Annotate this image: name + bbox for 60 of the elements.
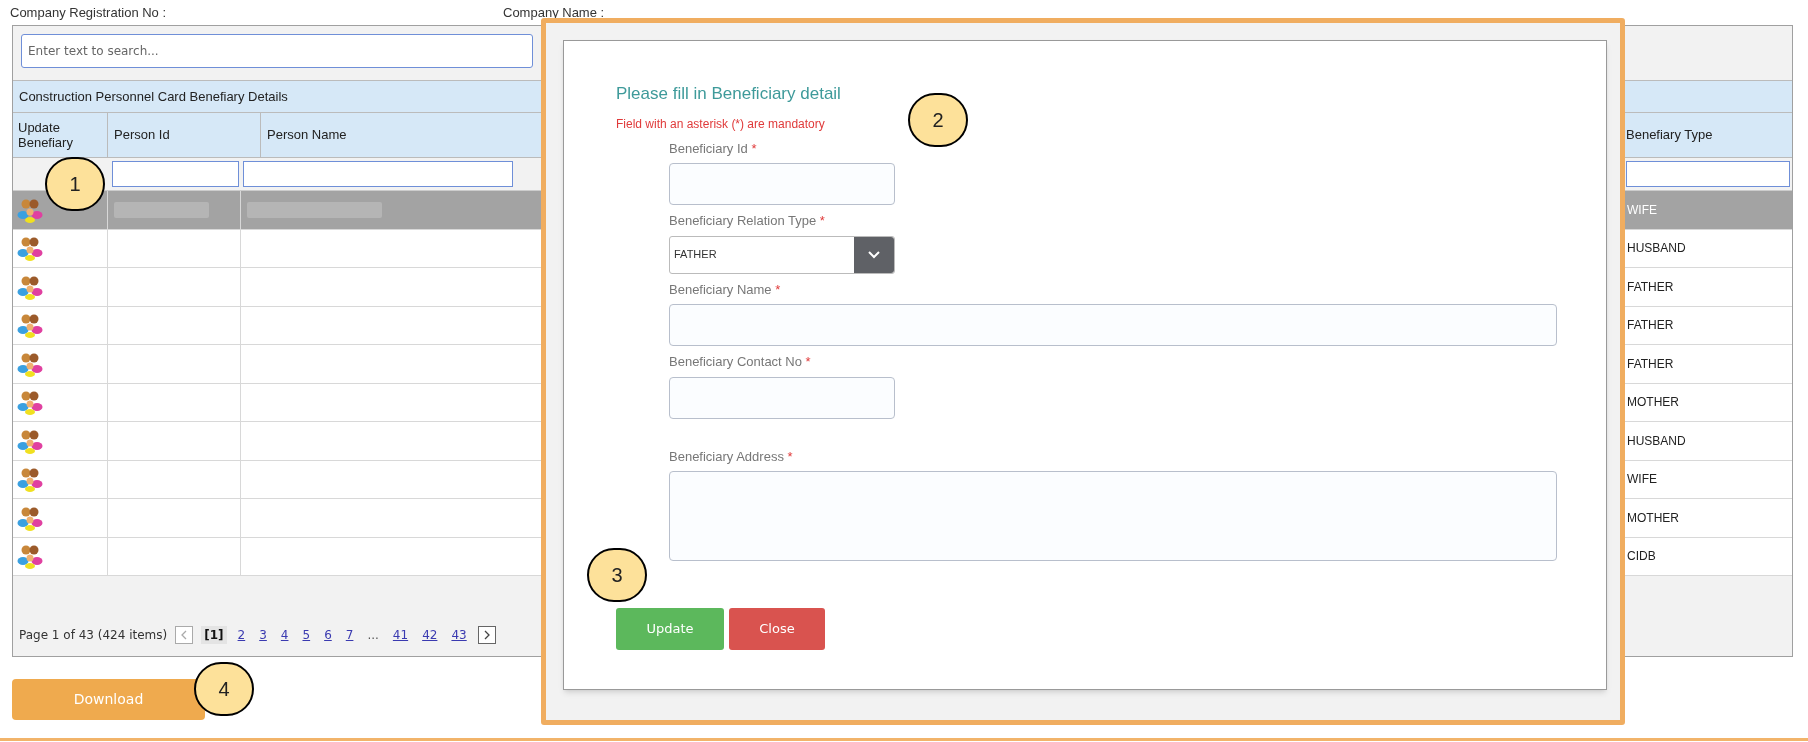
company-name-label: Company Name : <box>503 3 605 22</box>
column-header[interactable]: Person Name <box>261 113 541 157</box>
family-icon[interactable] <box>17 466 43 493</box>
mandatory-note: Field with an asterisk (*) are mandatory <box>616 115 825 133</box>
page-link[interactable]: 43 <box>448 626 470 644</box>
table-cell-text: FATHER <box>1627 317 1674 335</box>
page-link[interactable]: 4 <box>277 626 292 644</box>
table-cell-text: MOTHER <box>1627 394 1679 412</box>
required-mark: * <box>775 281 781 297</box>
search-field[interactable]: Enter text to search... <box>21 34 533 68</box>
filter-field[interactable] <box>243 161 513 187</box>
page-link[interactable]: 41 <box>389 626 412 644</box>
field-label: Beneficiary Contact No <box>669 354 802 369</box>
filter-field[interactable] <box>1626 161 1790 187</box>
table-cell-text: FATHER <box>1627 278 1674 296</box>
address-field[interactable] <box>669 471 1557 561</box>
column-header[interactable]: Benefiary Type <box>1622 113 1792 157</box>
page-link[interactable]: 3 <box>256 626 270 644</box>
chevron-down-icon <box>867 250 881 259</box>
table-cell-text: CIDB <box>1627 548 1656 566</box>
page-link[interactable]: [1] <box>201 626 227 644</box>
required-mark: * <box>751 140 757 156</box>
page-link[interactable]: 6 <box>321 626 335 644</box>
field-label: Beneficiary Name <box>669 281 772 297</box>
table-cell-text: WIFE <box>1627 201 1657 219</box>
required-mark: * <box>787 448 793 464</box>
relation-type-dropdown[interactable]: FATHER <box>669 235 895 274</box>
family-icon[interactable] <box>17 235 43 262</box>
callout-badge: 4 <box>194 662 254 716</box>
field-label: Beneficiary Address <box>669 448 784 464</box>
page-link[interactable]: 2 <box>234 626 249 644</box>
family-icon[interactable] <box>17 312 43 339</box>
family-icon[interactable] <box>17 389 43 416</box>
chevron-right-icon <box>482 630 491 640</box>
page-link[interactable]: 42 <box>419 626 441 644</box>
table-cell-text: FATHER <box>1627 355 1674 373</box>
text-field[interactable] <box>669 304 1557 346</box>
column-header[interactable]: Person Id <box>108 113 261 157</box>
modal-title: Please fill in Beneficiary detail <box>616 83 842 105</box>
grid-title: Construction Personnel Card Benefiary Details <box>19 87 288 106</box>
dialog-button[interactable]: Close <box>729 608 825 650</box>
pager-summary: Page 1 of 43 (424 items) <box>19 627 168 644</box>
text-field[interactable] <box>669 163 895 205</box>
registration-label: Company Registration No : <box>10 3 168 22</box>
table-cell-text: WIFE <box>1627 471 1657 489</box>
chevron-left-icon <box>180 630 189 640</box>
page-link[interactable]: 7 <box>342 626 357 644</box>
table-cell-text: MOTHER <box>1627 509 1679 527</box>
page-link[interactable]: 5 <box>299 626 314 644</box>
text-field[interactable] <box>669 376 895 419</box>
field-label: Beneficiary Relation Type <box>669 213 817 228</box>
family-icon[interactable] <box>17 543 43 570</box>
pager-ellipsis: ... <box>366 627 380 644</box>
table-cell-text: HUSBAND <box>1627 240 1686 258</box>
table-cell-text: HUSBAND <box>1627 432 1686 450</box>
next-page-button[interactable] <box>477 626 496 644</box>
required-mark: * <box>819 213 825 228</box>
required-mark: * <box>805 354 811 369</box>
filter-field[interactable] <box>112 161 239 187</box>
field-label: Beneficiary Id <box>669 140 748 156</box>
